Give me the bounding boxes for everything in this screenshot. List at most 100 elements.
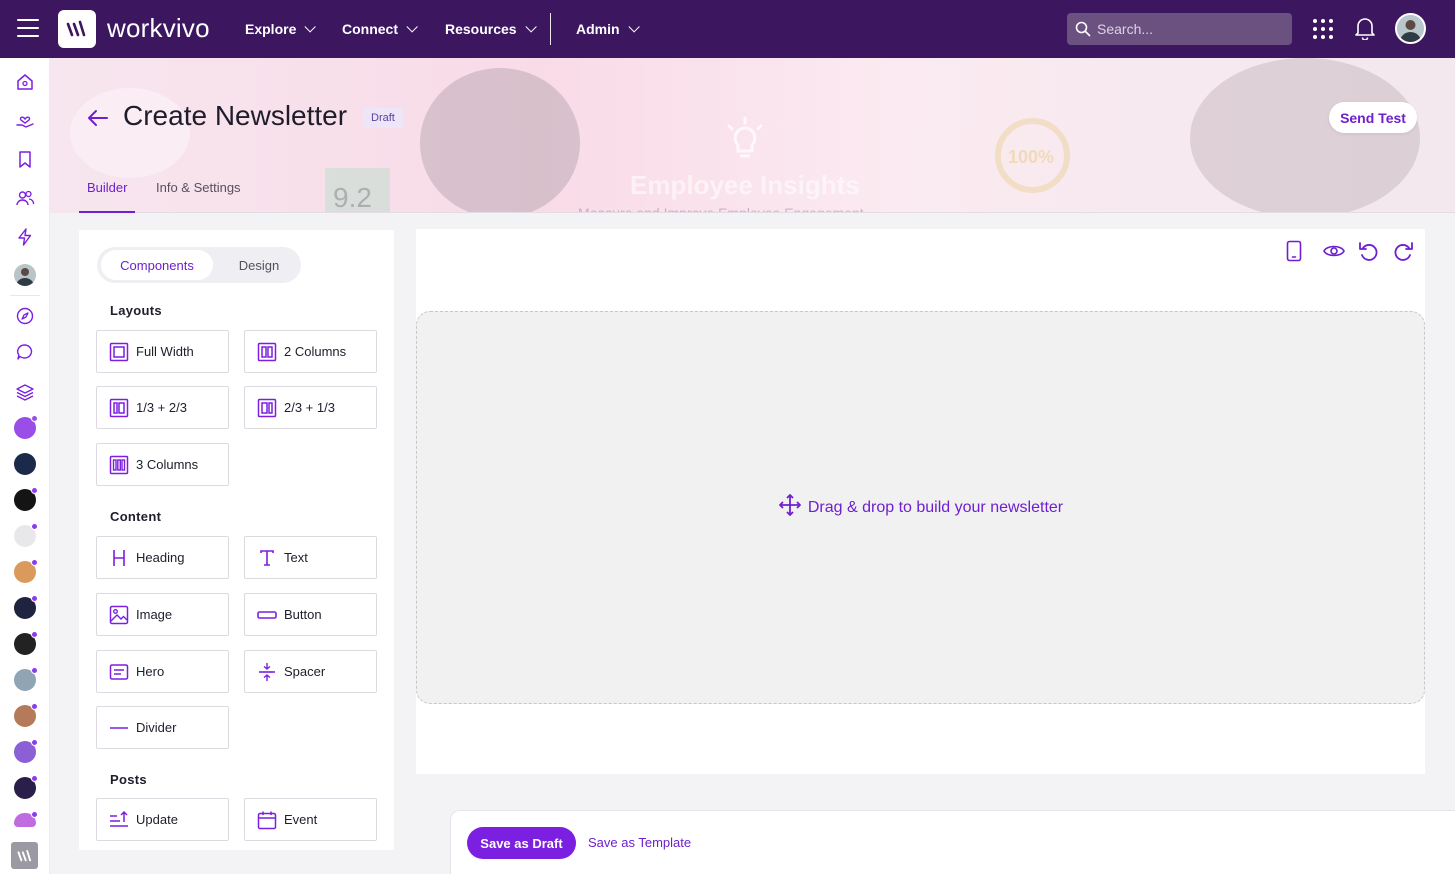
bell-icon[interactable] <box>1354 16 1376 45</box>
heading-icon <box>109 548 129 568</box>
compass-icon[interactable] <box>13 304 37 328</box>
recognition-icon[interactable] <box>13 108 37 132</box>
content-heading: Content <box>110 509 162 524</box>
component-label: 3 Columns <box>136 457 199 472</box>
component-label: 1/3 + 2/3 <box>136 400 187 415</box>
spacer-icon <box>257 662 277 682</box>
posts-heading: Posts <box>110 772 147 787</box>
banner-title: Employee Insights <box>630 170 860 200</box>
home-icon[interactable] <box>13 70 37 94</box>
component-event[interactable]: Event <box>244 798 377 841</box>
component-image[interactable]: Image <box>96 593 229 636</box>
component-label: Button <box>284 607 322 622</box>
component-label: Hero <box>136 664 165 679</box>
space-avatar-10[interactable] <box>14 739 38 763</box>
update-icon <box>109 810 129 830</box>
space-avatar-11[interactable] <box>14 775 38 799</box>
component-button[interactable]: Button <box>244 593 377 636</box>
component-label: 2/3 + 1/3 <box>284 400 335 415</box>
nav-explore[interactable]: Explore <box>245 0 317 58</box>
space-avatar-8[interactable] <box>14 667 38 691</box>
tabs-divider <box>79 212 1455 213</box>
undo-icon[interactable] <box>1356 239 1380 263</box>
nav-explore-label: Explore <box>245 21 297 37</box>
nav-resources[interactable]: Resources <box>445 0 537 58</box>
nav-connect-label: Connect <box>342 21 398 37</box>
component-one-third-two-thirds[interactable]: 1/3 + 2/3 <box>96 386 229 429</box>
chevron-down-icon <box>406 21 418 33</box>
component-label: Image <box>136 607 173 622</box>
bookmark-icon[interactable] <box>13 147 37 171</box>
space-avatar-4[interactable] <box>14 523 38 547</box>
chevron-down-icon <box>304 21 317 33</box>
search-box[interactable] <box>1067 13 1292 45</box>
space-avatar-2[interactable] <box>14 453 36 475</box>
component-label: 2 Columns <box>284 344 347 359</box>
drop-zone-text: Drag & drop to build your newsletter <box>807 498 1064 516</box>
people-icon[interactable] <box>13 186 37 210</box>
component-spacer[interactable]: Spacer <box>244 650 377 693</box>
layers-icon[interactable] <box>13 380 37 404</box>
component-label: Text <box>284 550 308 565</box>
space-avatar-3[interactable] <box>14 487 38 511</box>
lightbulb-icon <box>720 116 770 171</box>
top-navigation-bar: workvivo Explore Connect Resources Admin <box>0 0 1455 58</box>
save-as-draft-button[interactable]: Save as Draft <box>467 827 576 859</box>
segment-design[interactable]: Design <box>221 250 297 280</box>
space-avatar-9[interactable] <box>14 703 38 727</box>
chat-icon[interactable] <box>13 340 37 364</box>
space-avatar-5[interactable] <box>14 559 38 583</box>
user-avatar[interactable] <box>1395 13 1426 44</box>
component-hero[interactable]: Hero <box>96 650 229 693</box>
space-avatar-1[interactable] <box>14 415 38 439</box>
component-heading[interactable]: Heading <box>96 536 229 579</box>
back-arrow-icon[interactable] <box>86 106 110 135</box>
send-test-button[interactable]: Send Test <box>1329 102 1417 133</box>
nav-admin[interactable]: Admin <box>576 0 640 58</box>
workvivo-app-icon[interactable] <box>11 842 38 869</box>
nav-resources-label: Resources <box>445 21 517 37</box>
component-3-columns[interactable]: 3 Columns <box>96 443 229 486</box>
menu-icon[interactable] <box>17 19 39 37</box>
action-bar: Save as Draft Save as Template <box>450 810 1455 874</box>
apps-grid-icon[interactable] <box>1313 19 1333 39</box>
component-update[interactable]: Update <box>96 798 229 841</box>
layouts-heading: Layouts <box>110 303 162 318</box>
space-avatar-6[interactable] <box>14 595 38 619</box>
workvivo-logo-icon[interactable] <box>58 10 96 48</box>
nav-connect[interactable]: Connect <box>342 0 418 58</box>
tab-builder[interactable]: Builder <box>87 180 127 195</box>
three-columns-layout-icon <box>109 455 129 475</box>
component-label: Update <box>136 812 178 827</box>
drop-zone[interactable]: Drag & drop to build your newsletter <box>416 311 1425 704</box>
save-as-template-link[interactable]: Save as Template <box>588 835 691 850</box>
tab-info-settings[interactable]: Info & Settings <box>156 180 241 195</box>
redo-icon[interactable] <box>1392 239 1416 263</box>
component-two-thirds-one-third[interactable]: 2/3 + 1/3 <box>244 386 377 429</box>
component-text[interactable]: Text <box>244 536 377 579</box>
sidebar-user-avatar[interactable] <box>14 264 36 286</box>
segment-components[interactable]: Components <box>101 250 213 280</box>
search-icon <box>1075 21 1091 37</box>
chevron-down-icon <box>628 21 640 33</box>
text-icon <box>257 548 277 568</box>
nav-divider <box>550 13 551 45</box>
left-sidebar <box>0 58 50 874</box>
component-divider[interactable]: Divider <box>96 706 229 749</box>
mobile-preview-icon[interactable] <box>1282 239 1306 263</box>
divider-icon <box>109 718 129 738</box>
search-input[interactable] <box>1097 21 1287 37</box>
component-label: Spacer <box>284 664 326 679</box>
component-full-width[interactable]: Full Width <box>96 330 229 373</box>
logo-text: workvivo <box>107 13 210 43</box>
banner-percent: 100% <box>1008 147 1055 167</box>
active-tab-indicator <box>79 211 135 213</box>
lightning-icon[interactable] <box>13 225 37 249</box>
nav-admin-label: Admin <box>576 21 620 37</box>
space-avatar-7[interactable] <box>14 631 38 655</box>
component-2-columns[interactable]: 2 Columns <box>244 330 377 373</box>
space-avatar-12[interactable] <box>14 811 38 827</box>
banner-score: 9.2 <box>333 182 372 213</box>
eye-preview-icon[interactable] <box>1322 239 1346 263</box>
hero-icon <box>109 662 129 682</box>
